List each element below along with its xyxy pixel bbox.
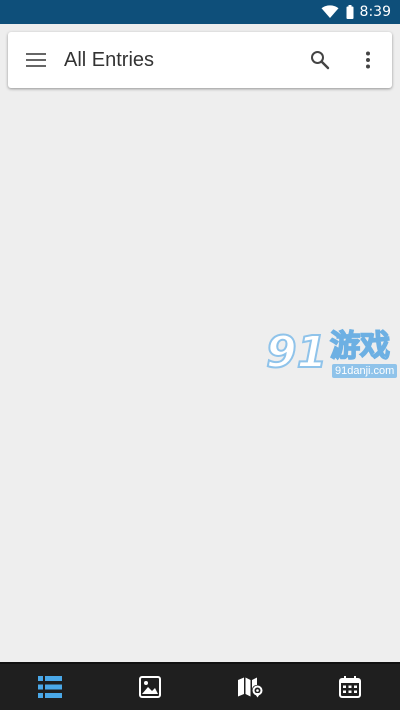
nav-item-calendar[interactable] (300, 664, 400, 710)
menu-button[interactable] (8, 32, 64, 88)
nav-item-list[interactable] (0, 664, 100, 710)
app-toolbar: All Entries (8, 32, 392, 88)
map-icon (238, 677, 263, 698)
page-title: All Entries (64, 48, 155, 71)
wifi-icon (321, 5, 339, 19)
status-bar: 8:39 (0, 0, 400, 24)
nav-item-gallery[interactable] (100, 664, 200, 710)
watermark-site: 91danji.com (332, 364, 398, 378)
search-icon (311, 51, 330, 70)
list-icon (38, 676, 62, 698)
search-button[interactable] (296, 32, 344, 88)
bottom-navigation (0, 662, 400, 710)
watermark-chinese: 游戏 (329, 329, 391, 365)
more-vertical-icon (366, 51, 370, 69)
watermark-logo: 91 游戏 91danji.com (265, 327, 400, 384)
watermark-digits: 91 (265, 327, 328, 379)
calendar-icon (339, 676, 361, 698)
battery-icon (346, 5, 354, 19)
overflow-menu-button[interactable] (344, 32, 392, 88)
status-time: 8:39 (359, 4, 391, 20)
hamburger-menu-icon (26, 53, 46, 67)
image-icon (139, 676, 161, 698)
nav-item-map[interactable] (200, 664, 300, 710)
